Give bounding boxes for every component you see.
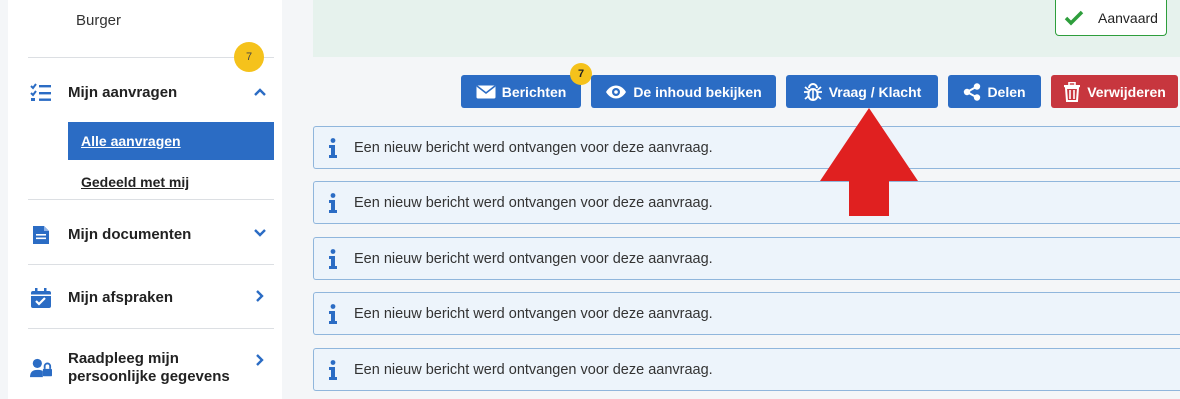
red-arrow-annotation xyxy=(820,108,918,216)
eye-icon xyxy=(606,85,627,98)
question-complaint-button[interactable]: Vraag / Klacht xyxy=(786,75,938,108)
trash-icon xyxy=(1064,81,1081,102)
messages-button[interactable]: Berichten xyxy=(461,75,581,108)
envelope-icon xyxy=(476,84,496,98)
list-check-icon xyxy=(30,82,52,104)
sidebar-item-mijn-documenten[interactable]: Mijn documenten xyxy=(30,224,274,246)
status-label: Aanvaard xyxy=(1098,9,1158,26)
message-alert: Een nieuw bericht werd ontvangen voor de… xyxy=(313,292,1180,335)
status-badge: Aanvaard xyxy=(1055,0,1167,36)
sidebar-item-label: Mijn documenten xyxy=(68,226,192,243)
message-text: Een nieuw bericht werd ontvangen voor de… xyxy=(354,250,713,267)
info-icon xyxy=(329,192,337,213)
sidebar-subitem-alle-aanvragen[interactable]: Alle aanvragen xyxy=(68,122,274,160)
share-button[interactable]: Delen xyxy=(948,75,1041,108)
message-alert: Een nieuw bericht werd ontvangen voor de… xyxy=(313,237,1180,280)
sidebar-item-mijn-aanvragen[interactable]: Mijn aanvragen xyxy=(30,82,274,104)
message-text: Een nieuw bericht werd ontvangen voor de… xyxy=(354,361,713,378)
message-alert: Een nieuw bericht werd ontvangen voor de… xyxy=(313,348,1180,391)
chevron-up-icon[interactable] xyxy=(252,84,268,100)
sidebar-subitem-gedeeld-met-mij[interactable]: Gedeeld met mij xyxy=(81,174,189,190)
divider xyxy=(28,328,274,329)
sidebar-item-label: Mijn aanvragen xyxy=(68,84,178,101)
messages-button-label: Berichten xyxy=(501,83,567,100)
bug-icon xyxy=(803,82,822,101)
status-bar xyxy=(313,0,1180,57)
chevron-right-icon[interactable] xyxy=(252,288,268,304)
view-content-button[interactable]: De inhoud bekijken xyxy=(591,75,776,108)
sidebar: Burger 7 Mijn aanvragen Alle aanvragen G… xyxy=(8,0,282,399)
checkmark-icon xyxy=(1064,10,1084,25)
label-line-2: persoonlijke gegevens xyxy=(68,368,230,385)
message-alert: Een nieuw bericht werd ontvangen voor de… xyxy=(313,181,1180,224)
divider xyxy=(28,199,274,200)
notification-badge: 7 xyxy=(234,42,264,72)
message-text: Een nieuw bericht werd ontvangen voor de… xyxy=(354,139,713,156)
info-icon xyxy=(329,248,337,269)
calendar-check-icon xyxy=(30,287,52,309)
messages-count-badge: 7 xyxy=(570,63,592,85)
delete-button-label: Verwijderen xyxy=(1087,83,1166,100)
label-line-1: Raadpleeg mijn xyxy=(68,350,179,367)
message-text: Een nieuw bericht werd ontvangen voor de… xyxy=(354,305,713,322)
delete-button[interactable]: Verwijderen xyxy=(1051,75,1178,108)
info-icon xyxy=(329,359,337,380)
divider xyxy=(28,264,274,265)
chevron-down-icon[interactable] xyxy=(252,225,268,241)
message-alert: Een nieuw bericht werd ontvangen voor de… xyxy=(313,126,1180,169)
chevron-right-icon[interactable] xyxy=(252,352,268,368)
message-text: Een nieuw bericht werd ontvangen voor de… xyxy=(354,194,713,211)
share-icon xyxy=(964,82,981,101)
info-icon xyxy=(329,303,337,324)
sidebar-item-persoonlijke-gegevens[interactable]: Raadpleeg mijn persoonlijke gegevens xyxy=(30,350,274,386)
sidebar-item-label: Mijn afspraken xyxy=(68,289,174,306)
question-complaint-button-label: Vraag / Klacht xyxy=(828,83,922,100)
info-icon xyxy=(329,137,337,158)
user-lock-icon xyxy=(30,357,52,379)
document-icon xyxy=(30,224,52,246)
share-button-label: Delen xyxy=(987,83,1026,100)
sidebar-item-label: Raadpleeg mijn persoonlijke gegevens xyxy=(68,350,230,386)
sidebar-item-mijn-afspraken[interactable]: Mijn afspraken xyxy=(30,287,274,309)
view-content-button-label: De inhoud bekijken xyxy=(633,83,762,100)
sidebar-top-label: Burger xyxy=(76,12,122,29)
